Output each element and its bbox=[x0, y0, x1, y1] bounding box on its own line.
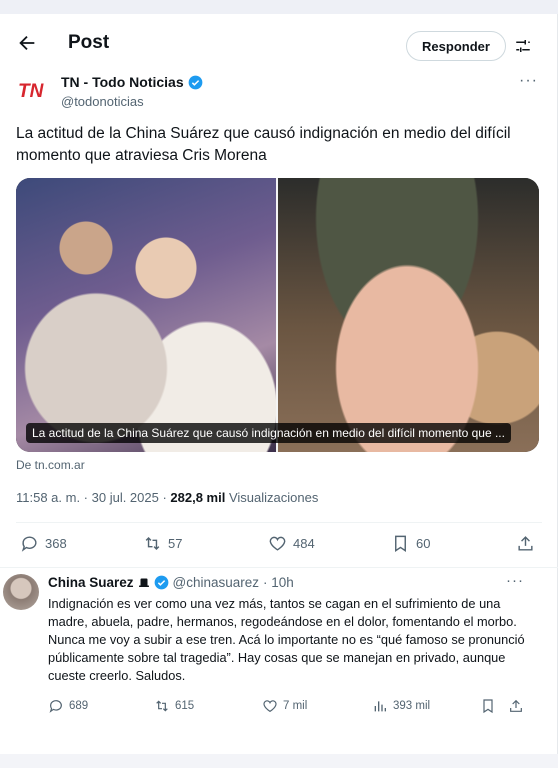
reply-author-name[interactable]: China Suarez bbox=[48, 575, 134, 590]
reply-share-action[interactable] bbox=[508, 698, 524, 714]
post-timestamp[interactable]: 11:58 a. m. · 30 jul. 2025 · bbox=[16, 490, 170, 505]
heart-icon bbox=[263, 700, 277, 713]
views-count: 282,8 mil bbox=[170, 490, 226, 505]
bottom-strip bbox=[0, 754, 558, 768]
reply-actions: 689 615 7 mil 393 mil bbox=[48, 698, 528, 718]
bookmark-count: 60 bbox=[416, 536, 431, 551]
tn-logo[interactable]: TN bbox=[16, 78, 50, 102]
page-title: Post bbox=[68, 32, 110, 53]
post-header: Post Responder bbox=[0, 18, 558, 72]
reply-repost-count: 615 bbox=[175, 700, 195, 712]
reply-icon bbox=[49, 700, 62, 713]
like-count: 484 bbox=[293, 536, 315, 551]
bookmark-icon bbox=[483, 699, 493, 714]
reply-post[interactable]: China Suarez @chinasuarez · 10h ··· Indi… bbox=[0, 568, 558, 728]
card-image-divider bbox=[276, 178, 278, 452]
verified-badge-icon bbox=[188, 75, 202, 89]
author-handle[interactable]: @todonoticias bbox=[61, 94, 144, 109]
reply-views-action[interactable]: 393 mil bbox=[372, 698, 430, 714]
card-image-left bbox=[16, 178, 277, 452]
repost-icon bbox=[145, 536, 160, 551]
reply-reply-action[interactable]: 689 bbox=[48, 698, 88, 714]
post-actions: 368 57 484 60 bbox=[16, 534, 542, 558]
reply-text: Indignación es ver como una vez más, tan… bbox=[48, 596, 525, 683]
reply-button[interactable]: Responder bbox=[406, 31, 506, 61]
bookmark-action[interactable]: 60 bbox=[391, 534, 430, 553]
verified-badge-icon bbox=[154, 575, 168, 590]
reply-reply-count: 689 bbox=[69, 700, 89, 712]
repost-count: 57 bbox=[168, 536, 183, 551]
reply-header: China Suarez @chinasuarez · 10h bbox=[48, 575, 294, 590]
author-name[interactable]: TN - Todo Noticias bbox=[61, 74, 184, 90]
repost-icon bbox=[156, 700, 168, 712]
reply-icon bbox=[21, 536, 37, 552]
reply-repost-action[interactable]: 615 bbox=[154, 698, 194, 714]
author-name-row[interactable]: TN - Todo Noticias bbox=[61, 74, 203, 90]
sliders-icon[interactable] bbox=[514, 37, 532, 55]
link-card[interactable]: La actitud de la China Suárez que causó … bbox=[16, 178, 539, 452]
reply-like-action[interactable]: 7 mil bbox=[262, 698, 307, 714]
heart-icon bbox=[269, 536, 286, 551]
mustache-icon bbox=[138, 578, 149, 587]
card-source[interactable]: De tn.com.ar bbox=[16, 458, 85, 472]
divider bbox=[16, 522, 542, 523]
share-action[interactable] bbox=[516, 534, 535, 553]
views-label: Visualizaciones bbox=[225, 490, 319, 505]
reply-count: 368 bbox=[45, 536, 67, 551]
share-icon bbox=[510, 699, 522, 712]
card-caption: La actitud de la China Suárez que causó … bbox=[26, 423, 511, 443]
like-action[interactable]: 484 bbox=[268, 534, 315, 553]
more-options-icon[interactable]: ··· bbox=[519, 72, 538, 90]
reply-views-count: 393 mil bbox=[393, 700, 431, 712]
back-arrow-icon[interactable] bbox=[16, 32, 38, 54]
share-icon bbox=[518, 536, 533, 551]
top-strip bbox=[0, 0, 558, 14]
bookmark-icon bbox=[395, 535, 406, 552]
post-text: La actitud de la China Suárez que causó … bbox=[16, 125, 511, 164]
svg-text:TN: TN bbox=[18, 81, 45, 102]
avatar[interactable] bbox=[3, 574, 39, 610]
reply-like-count: 7 mil bbox=[283, 700, 308, 712]
reply-bookmark-action[interactable] bbox=[480, 698, 496, 714]
repost-action[interactable]: 57 bbox=[143, 534, 182, 553]
analytics-icon bbox=[374, 701, 386, 712]
card-image-right bbox=[277, 178, 539, 452]
post-meta: 11:58 a. m. · 30 jul. 2025 · 282,8 mil V… bbox=[16, 490, 318, 505]
post-author: TN TN - Todo Noticias @todonoticias ··· bbox=[16, 72, 546, 112]
reply-more-options-icon[interactable]: ··· bbox=[506, 572, 524, 589]
reply-time[interactable]: · 10h bbox=[263, 575, 294, 590]
reply-author-handle[interactable]: @chinasuarez bbox=[173, 575, 260, 590]
reply-action[interactable]: 368 bbox=[20, 534, 67, 553]
